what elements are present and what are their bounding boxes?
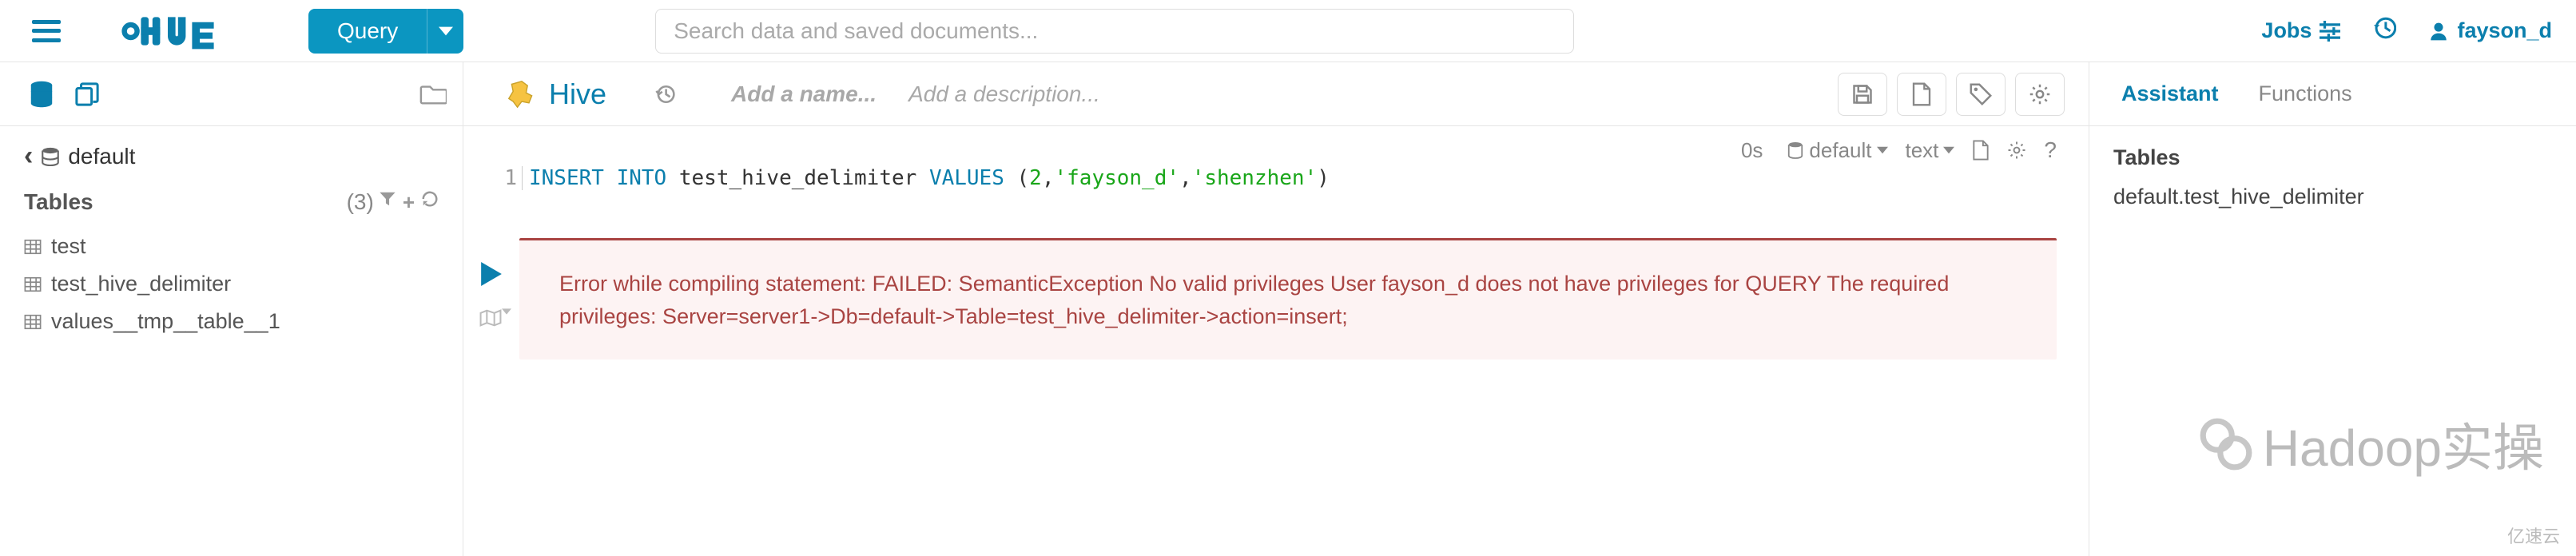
help-icon[interactable]: ? [2044, 137, 2057, 163]
line-number: 1 [504, 166, 517, 190]
copy-icon[interactable] [75, 82, 99, 106]
database-selector[interactable]: default [1787, 138, 1887, 163]
user-link[interactable]: fayson_d [2428, 18, 2552, 43]
engine-label[interactable]: Hive [507, 77, 606, 111]
jobs-label: Jobs [2261, 18, 2312, 43]
tab-assistant[interactable]: Assistant [2121, 81, 2219, 106]
code-editor[interactable]: 1 INSERT INTO test_hive_delimiter VALUES… [463, 163, 2089, 206]
table-icon [24, 276, 42, 292]
tables-count: (3) [347, 189, 374, 215]
database-icon [41, 147, 60, 166]
map-icon[interactable] [471, 308, 511, 328]
name-placeholder[interactable]: Add a name... [731, 81, 877, 107]
jobs-link[interactable]: Jobs [2261, 18, 2340, 43]
hive-icon [507, 80, 536, 109]
settings-button[interactable] [2015, 73, 2065, 116]
table-item[interactable]: test [24, 228, 439, 265]
assistant-table-item[interactable]: default.test_hive_delimiter [2113, 185, 2552, 209]
table-item[interactable]: test_hive_delimiter [24, 265, 439, 303]
refresh-icon[interactable] [421, 190, 439, 215]
database-small-icon [1787, 141, 1804, 159]
assistant-panel: Tables default.test_hive_delimiter [2089, 126, 2576, 556]
error-message: Error while compiling statement: FAILED:… [519, 238, 2057, 359]
database-stack-icon[interactable] [29, 81, 54, 108]
table-icon [24, 314, 42, 330]
add-icon[interactable]: + [403, 190, 415, 215]
tab-functions[interactable]: Functions [2259, 81, 2352, 106]
query-dropdown-icon[interactable] [427, 9, 463, 54]
engine-name: Hive [549, 77, 606, 111]
file-icon[interactable] [1972, 140, 1990, 161]
gear-icon[interactable] [2007, 141, 2026, 160]
sliders-icon [2320, 21, 2340, 42]
table-item[interactable]: values__tmp__table__1 [24, 303, 439, 340]
left-sidebar: ‹ default Tables (3) + test test_hive_de… [0, 126, 463, 556]
filter-icon[interactable] [379, 190, 396, 215]
history-icon[interactable] [2372, 16, 2396, 46]
new-file-button[interactable] [1897, 73, 1946, 116]
back-chevron-icon[interactable]: ‹ [24, 141, 33, 172]
tables-heading: Tables [24, 189, 93, 215]
query-button-label[interactable]: Query [308, 9, 427, 54]
search-input[interactable] [655, 9, 1574, 54]
tag-button[interactable] [1956, 73, 2006, 116]
undo-icon[interactable] [654, 84, 675, 105]
user-icon [2428, 21, 2449, 42]
query-button[interactable]: Query [308, 9, 463, 54]
assistant-tables-heading: Tables [2113, 145, 2552, 170]
user-name: fayson_d [2457, 18, 2552, 43]
run-button[interactable] [471, 262, 511, 286]
table-icon [24, 239, 42, 255]
description-placeholder[interactable]: Add a description... [908, 81, 1100, 107]
output-format-selector[interactable]: text [1906, 138, 1955, 163]
save-button[interactable] [1838, 73, 1887, 116]
folder-icon[interactable] [419, 82, 447, 106]
execution-time: 0s [1741, 138, 1763, 163]
hue-logo[interactable] [109, 12, 252, 50]
database-name[interactable]: default [68, 144, 135, 169]
menu-icon[interactable] [32, 20, 61, 42]
